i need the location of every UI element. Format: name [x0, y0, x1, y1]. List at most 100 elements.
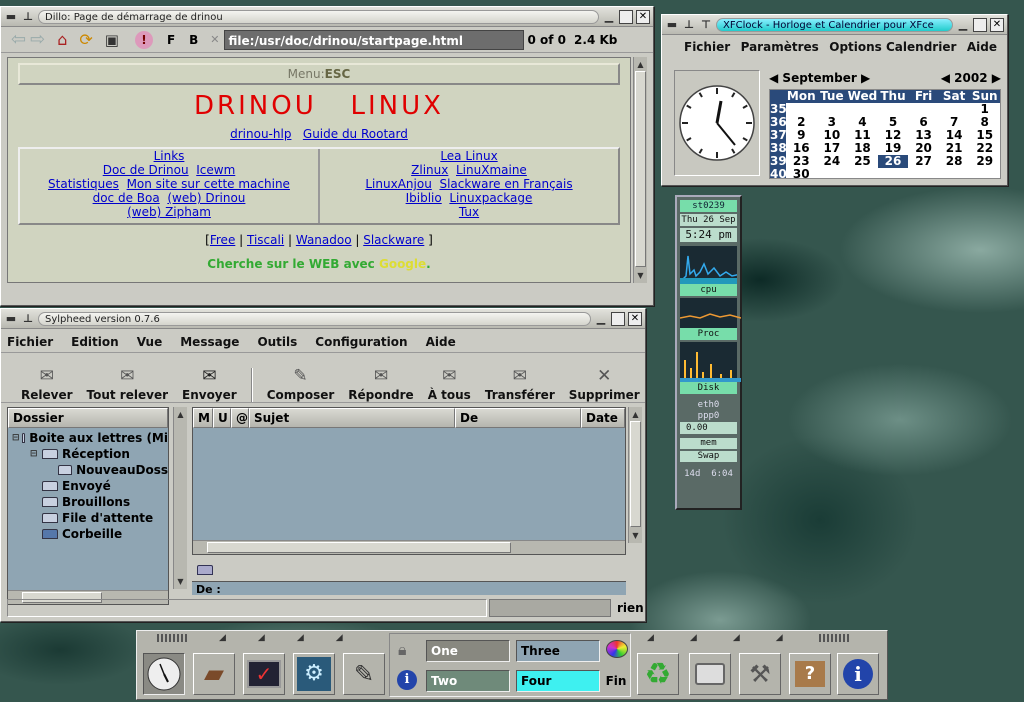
folder-item[interactable]: NouveauDoss	[8, 462, 168, 478]
url-input[interactable]: file:/usr/doc/drinou/startpage.html	[223, 29, 524, 50]
link-tiscali[interactable]: Tiscali	[247, 233, 284, 247]
folder-vscroll[interactable]: ▲ ▼	[173, 407, 187, 589]
link-tux[interactable]: Tux	[459, 205, 479, 219]
link-guide-rootard[interactable]: Guide du Rootard	[303, 127, 408, 141]
link-drinou-hlp[interactable]: drinou-hlp	[230, 127, 291, 141]
calendar-day[interactable]: 25	[847, 155, 878, 168]
scroll-down-icon[interactable]: ▼	[175, 576, 186, 587]
workspace-two[interactable]: Two	[426, 670, 510, 692]
composer-button[interactable]: ✎ Composer	[267, 356, 335, 402]
pin-icon[interactable]: ⊥	[682, 18, 696, 32]
message-vscroll[interactable]: ▲ ▼	[628, 407, 642, 543]
scroll-down-icon[interactable]: ▼	[635, 270, 646, 281]
stop-icon[interactable]: !	[134, 30, 153, 49]
col-attach[interactable]: @	[231, 408, 249, 428]
palette-icon[interactable]	[606, 640, 628, 658]
dillo-titlebar[interactable]: ▬ ⊥ Dillo: Page de démarrage de drinou ▁…	[1, 7, 653, 27]
link-statistiques[interactable]: Statistiques	[48, 177, 119, 191]
col-u[interactable]: U	[213, 408, 231, 428]
link-slackware[interactable]: Slackware	[363, 233, 424, 247]
link-web-drinou[interactable]: (web) Drinou	[167, 191, 245, 205]
folder-item[interactable]: ⊟ Réception	[8, 446, 168, 462]
menu-outils[interactable]: Outils	[257, 335, 297, 349]
printer-button[interactable]	[689, 653, 731, 695]
calendar-day[interactable]: 24	[816, 155, 848, 168]
link-icewm[interactable]: Icewm	[196, 163, 235, 177]
window-menu-icon[interactable]: ▬	[4, 312, 18, 326]
link-linuxpackage[interactable]: Linuxpackage	[449, 191, 532, 205]
clear-url-button[interactable]: ✕	[210, 33, 219, 46]
menu-aide[interactable]: Aide	[967, 40, 997, 54]
folder-item[interactable]: Corbeille	[8, 526, 168, 542]
folder-item[interactable]: Envoyé	[8, 478, 168, 494]
link-linuxanjou[interactable]: LinuxAnjou	[365, 177, 431, 191]
minimize-icon[interactable]: ▁	[594, 312, 608, 326]
repondre-button[interactable]: ✉ Répondre	[348, 356, 413, 402]
calendar-day[interactable]: 29	[969, 155, 1000, 168]
menu-options-calendrier[interactable]: Options Calendrier	[829, 40, 956, 54]
envoyer-button[interactable]: ✉ Envoyer	[182, 356, 237, 402]
xfclock-titlebar[interactable]: ▬ ⊥ ⊤ XFClock - Horloge et Calendrier po…	[662, 15, 1007, 35]
settings-button[interactable]: ⚒	[739, 653, 781, 695]
maximize-icon[interactable]	[611, 311, 625, 326]
menu-fichier[interactable]: Fichier	[684, 40, 730, 54]
link-doc-boa[interactable]: doc de Boa	[93, 191, 160, 205]
info-small-icon[interactable]: i	[397, 670, 417, 690]
forward-icon[interactable]: ⇨	[30, 29, 45, 50]
calendar-day[interactable]: 27	[908, 155, 939, 168]
window-menu-icon[interactable]: ▬	[4, 10, 18, 24]
link-mon-site[interactable]: Mon site sur cette machine	[127, 177, 290, 191]
link-ibiblio[interactable]: Ibiblio	[406, 191, 442, 205]
calendar-day[interactable]: 30	[786, 168, 817, 178]
window-menu-icon[interactable]: ▬	[665, 18, 679, 32]
recycle-button[interactable]: ♻	[637, 653, 679, 695]
unpin-icon[interactable]: ⊤	[699, 18, 713, 32]
link-wanadoo[interactable]: Wanadoo	[296, 233, 352, 247]
link-lea-linux[interactable]: Lea Linux	[440, 149, 497, 163]
link-zlinux[interactable]: Zlinux	[411, 163, 448, 177]
reload-icon[interactable]: ⟳	[79, 30, 92, 49]
workspace-three[interactable]: Three	[516, 640, 600, 662]
editor-button[interactable]: ✎	[343, 653, 385, 695]
panel-clock-button[interactable]	[143, 653, 185, 695]
info-button[interactable]: i	[837, 653, 879, 695]
message-hscroll[interactable]	[193, 540, 625, 554]
back-icon[interactable]: ⇦	[11, 29, 26, 50]
bookmark-b-button[interactable]: B	[189, 33, 198, 47]
save-icon[interactable]: ▣	[105, 31, 119, 49]
col-sujet[interactable]: Sujet	[249, 408, 455, 428]
link-slackware-fr[interactable]: Slackware en Français	[439, 177, 572, 191]
next-month-icon[interactable]: ▶	[861, 71, 870, 85]
menu-message[interactable]: Message	[180, 335, 239, 349]
link-linuxmaine[interactable]: LinuXmaine	[456, 163, 527, 177]
bookmark-f-button[interactable]: F	[167, 33, 175, 47]
folder-item[interactable]: File d'attente	[8, 510, 168, 526]
tout-relever-button[interactable]: ✉ Tout relever	[87, 356, 168, 402]
a-tous-button[interactable]: ✉ À tous	[428, 356, 471, 402]
menu-edition[interactable]: Edition	[71, 335, 119, 349]
package-button[interactable]: ?	[789, 653, 831, 695]
workspace-four[interactable]: Four	[516, 670, 600, 692]
fin-button[interactable]: Fin	[604, 672, 628, 690]
message-hscroll-thumb[interactable]	[207, 542, 511, 553]
next-year-icon[interactable]: ▶	[992, 71, 1001, 85]
home-icon[interactable]: ⌂	[57, 30, 67, 49]
calendar-day[interactable]: 28	[938, 155, 970, 168]
scroll-thumb[interactable]	[630, 421, 641, 527]
scroll-up-icon[interactable]: ▲	[635, 59, 646, 70]
menu-parametres[interactable]: Paramètres	[741, 40, 819, 54]
col-m[interactable]: M	[193, 408, 213, 428]
folder-header[interactable]: Dossier	[8, 408, 168, 428]
link-links[interactable]: Links	[154, 149, 185, 163]
minimize-icon[interactable]: ▁	[956, 18, 970, 32]
maximize-icon[interactable]	[619, 9, 633, 24]
scroll-thumb[interactable]	[635, 71, 646, 267]
prev-month-icon[interactable]: ◀	[769, 71, 778, 85]
close-icon[interactable]: ✕	[628, 311, 642, 326]
folder-item[interactable]: Brouillons	[8, 494, 168, 510]
pin-icon[interactable]: ⊥	[21, 312, 35, 326]
close-icon[interactable]: ✕	[990, 17, 1004, 32]
prev-year-icon[interactable]: ◀	[941, 71, 950, 85]
file-manager-button[interactable]: ▰	[193, 653, 235, 695]
transferer-button[interactable]: ✉ Transférer	[485, 356, 555, 402]
